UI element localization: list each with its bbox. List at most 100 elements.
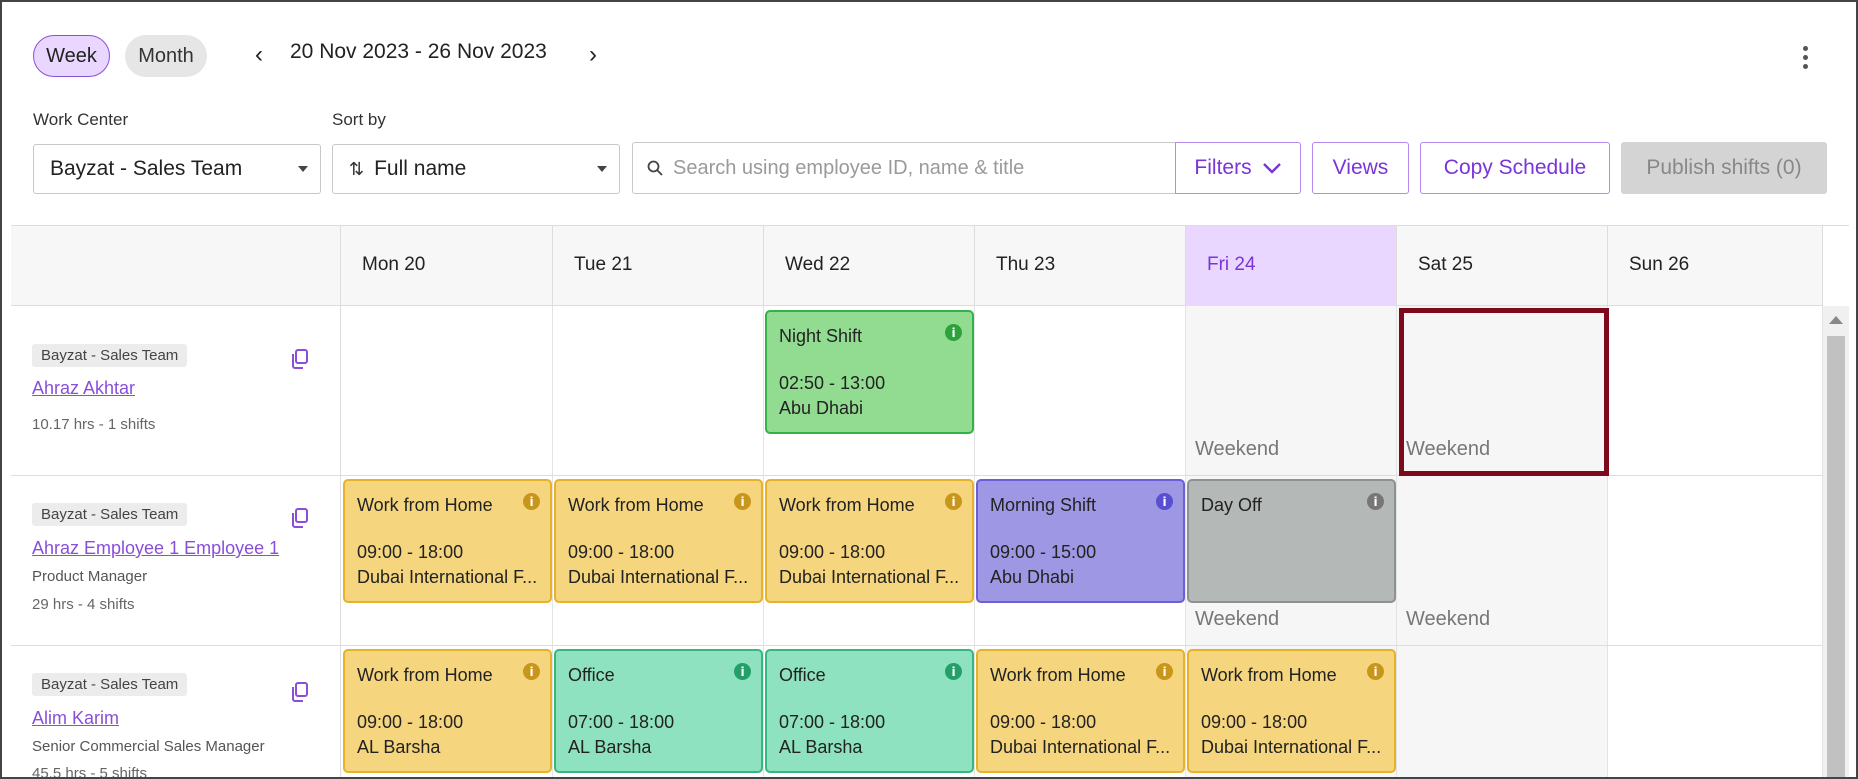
chevron-down-icon <box>1262 163 1281 174</box>
shift-location: AL Barsha <box>779 737 863 757</box>
day-cell-weekend[interactable]: Weekend <box>1397 476 1608 645</box>
info-icon[interactable]: i <box>523 493 540 510</box>
shift-location: Dubai International F... <box>568 567 749 587</box>
day-cell-weekend[interactable]: Weekend <box>1186 306 1397 475</box>
caret-down-icon <box>597 166 607 172</box>
shift-title: Day Off <box>1201 495 1262 515</box>
day-cell[interactable] <box>975 306 1186 475</box>
search-input[interactable] <box>673 156 1143 180</box>
info-icon[interactable]: i <box>523 663 540 680</box>
shift-location: AL Barsha <box>357 737 441 757</box>
shift-time: 09:00 - 18:00 <box>779 542 886 562</box>
shift-title: Morning Shift <box>990 495 1097 515</box>
copy-icon[interactable] <box>291 682 309 702</box>
employee-info-cell: Bayzat - Sales Team Ahraz Employee 1 Emp… <box>11 476 341 645</box>
day-header-tue: Tue 21 <box>553 226 764 306</box>
info-icon[interactable]: i <box>734 663 751 680</box>
shift-location: Dubai International F... <box>1201 737 1382 757</box>
vertical-scrollbar[interactable] <box>1823 306 1849 777</box>
weekend-label: Weekend <box>1195 608 1280 630</box>
filters-button[interactable]: Filters <box>1175 142 1301 194</box>
scheduler-window: Week Month ‹ 20 Nov 2023 - 26 Nov 2023 ›… <box>0 0 1858 779</box>
shift-title: Work from Home <box>568 495 704 515</box>
shift-card[interactable]: Office 07:00 - 18:00 AL Barsha i <box>765 649 974 773</box>
employee-row: Bayzat - Sales Team Alim Karim Senior Co… <box>11 646 1823 777</box>
shift-time: 09:00 - 18:00 <box>990 712 1097 732</box>
info-icon[interactable]: i <box>945 493 962 510</box>
employee-info-cell: Bayzat - Sales Team Alim Karim Senior Co… <box>11 646 341 777</box>
shift-location: AL Barsha <box>568 737 652 757</box>
work-center-value: Bayzat - Sales Team <box>50 157 243 180</box>
shift-time: 07:00 - 18:00 <box>568 712 675 732</box>
more-vertical-icon[interactable] <box>1790 42 1820 72</box>
employee-name-link[interactable]: Ahraz Akhtar <box>32 378 135 399</box>
team-chip: Bayzat - Sales Team <box>32 344 188 367</box>
day-header-sun: Sun 26 <box>1608 226 1823 306</box>
scroll-thumb[interactable] <box>1827 336 1845 777</box>
shift-title: Work from Home <box>357 665 493 685</box>
date-range-label: 20 Nov 2023 - 26 Nov 2023 <box>290 40 547 63</box>
employee-title: Senior Commercial Sales Manager <box>32 738 265 755</box>
shift-card-day-off[interactable]: Day Off i <box>1187 479 1396 603</box>
shift-card[interactable]: Work from Home 09:00 - 18:00 AL Barsha i <box>343 649 552 773</box>
shift-title: Work from Home <box>1201 665 1337 685</box>
month-toggle-button[interactable]: Month <box>125 35 207 77</box>
sort-az-icon: ⇅ <box>349 158 365 180</box>
chevron-right-icon[interactable]: › <box>578 40 608 70</box>
sort-by-value: Full name <box>374 157 467 180</box>
copy-schedule-button[interactable]: Copy Schedule <box>1420 142 1610 194</box>
copy-icon[interactable] <box>291 349 309 369</box>
info-icon[interactable]: i <box>734 493 751 510</box>
shift-card[interactable]: Office 07:00 - 18:00 AL Barsha i <box>554 649 763 773</box>
info-icon[interactable]: i <box>1156 493 1173 510</box>
employee-row: Bayzat - Sales Team Ahraz Employee 1 Emp… <box>11 476 1823 646</box>
shift-card[interactable]: Work from Home 09:00 - 18:00 Dubai Inter… <box>554 479 763 603</box>
header-corner <box>11 226 341 306</box>
day-header-mon: Mon 20 <box>341 226 553 306</box>
selected-cell-highlight <box>1399 308 1609 476</box>
day-header-wed: Wed 22 <box>764 226 975 306</box>
day-cell[interactable] <box>341 306 553 475</box>
day-cell[interactable] <box>1608 306 1823 475</box>
shift-card[interactable]: Work from Home 09:00 - 18:00 Dubai Inter… <box>765 479 974 603</box>
filters-label: Filters <box>1194 156 1252 179</box>
employee-info-cell: Bayzat - Sales Team Ahraz Akhtar 10.17 h… <box>11 306 341 475</box>
shift-location: Abu Dhabi <box>990 567 1075 587</box>
employee-name-link[interactable]: Alim Karim <box>32 708 119 729</box>
info-icon[interactable]: i <box>1367 663 1384 680</box>
shift-location: Dubai International F... <box>990 737 1171 757</box>
publish-shifts-button[interactable]: Publish shifts (0) <box>1621 142 1827 194</box>
day-cell-weekend[interactable] <box>1397 646 1608 777</box>
shift-card[interactable]: Morning Shift 09:00 - 15:00 Abu Dhabi i <box>976 479 1185 603</box>
shift-card[interactable]: Night Shift 02:50 - 13:00 Abu Dhabi i <box>765 310 974 434</box>
day-cell[interactable] <box>1608 476 1823 645</box>
info-icon[interactable]: i <box>1367 493 1384 510</box>
shift-location: Abu Dhabi <box>779 398 864 418</box>
sort-by-select[interactable]: ⇅ Full name <box>332 144 620 194</box>
info-icon[interactable]: i <box>945 324 962 341</box>
copy-icon[interactable] <box>291 508 309 528</box>
shift-title: Work from Home <box>779 495 915 515</box>
week-toggle-button[interactable]: Week <box>33 35 110 77</box>
shift-time: 09:00 - 18:00 <box>1201 712 1308 732</box>
shift-time: 07:00 - 18:00 <box>779 712 886 732</box>
team-chip: Bayzat - Sales Team <box>32 673 188 696</box>
day-cell[interactable] <box>553 306 764 475</box>
scroll-up-icon[interactable] <box>1829 316 1843 324</box>
employee-name-link[interactable]: Ahraz Employee 1 Employee 1 <box>32 538 279 559</box>
shift-time: 09:00 - 18:00 <box>357 542 464 562</box>
search-box <box>632 142 1175 194</box>
info-icon[interactable]: i <box>1156 663 1173 680</box>
work-center-select[interactable]: Bayzat - Sales Team <box>33 144 321 194</box>
shift-card[interactable]: Work from Home 09:00 - 18:00 Dubai Inter… <box>343 479 552 603</box>
shift-card[interactable]: Work from Home 09:00 - 18:00 Dubai Inter… <box>976 649 1185 773</box>
views-button[interactable]: Views <box>1312 142 1409 194</box>
shift-time: 02:50 - 13:00 <box>779 373 886 393</box>
weekend-label: Weekend <box>1195 438 1280 460</box>
chevron-left-icon[interactable]: ‹ <box>244 40 274 70</box>
shift-card[interactable]: Work from Home 09:00 - 18:00 Dubai Inter… <box>1187 649 1396 773</box>
employee-row: Bayzat - Sales Team Ahraz Akhtar 10.17 h… <box>11 306 1823 476</box>
day-cell[interactable] <box>1608 646 1823 777</box>
info-icon[interactable]: i <box>945 663 962 680</box>
day-header-row: Mon 20 Tue 21 Wed 22 Thu 23 Fri 24 Sat 2… <box>11 226 1823 306</box>
